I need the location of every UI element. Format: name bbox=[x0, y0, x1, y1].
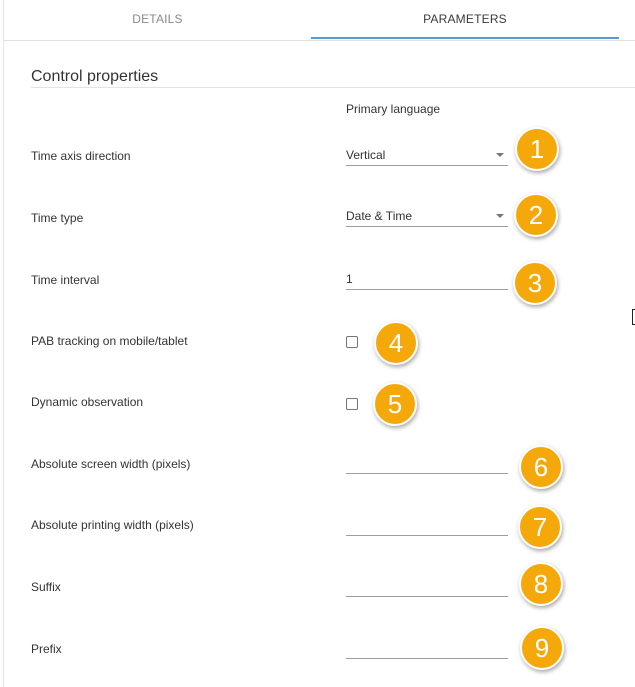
absolute-screen-width-label: Absolute screen width (pixels) bbox=[31, 457, 191, 471]
chevron-down-icon bbox=[496, 153, 504, 157]
callout-badge-8: 8 bbox=[519, 562, 563, 606]
prefix-label: Prefix bbox=[31, 642, 62, 656]
absolute-screen-width-input[interactable] bbox=[346, 453, 508, 474]
callout-badge-7: 7 bbox=[518, 505, 562, 549]
callout-badge-4: 4 bbox=[374, 321, 418, 365]
tab-bar: DETAILS PARAMETERS bbox=[4, 0, 635, 41]
time-interval-value: 1 bbox=[346, 272, 353, 286]
time-axis-direction-value: Vertical bbox=[346, 148, 386, 162]
time-type-select[interactable]: Date & Time bbox=[346, 206, 508, 227]
callout-badge-1: 1 bbox=[515, 127, 559, 171]
app-window: DETAILS PARAMETERS Control properties Pr… bbox=[0, 0, 635, 687]
time-type-value: Date & Time bbox=[346, 209, 413, 223]
column-header-primary-language: Primary language bbox=[346, 102, 441, 116]
callout-badge-9: 9 bbox=[520, 626, 564, 670]
pab-tracking-checkbox[interactable] bbox=[346, 336, 358, 348]
callout-badge-2: 2 bbox=[514, 193, 558, 237]
active-tab-indicator bbox=[311, 37, 619, 39]
tab-parameters[interactable]: PARAMETERS bbox=[311, 0, 619, 40]
section-title: Control properties bbox=[31, 68, 159, 85]
tab-details[interactable]: DETAILS bbox=[4, 0, 311, 40]
left-border bbox=[3, 0, 4, 687]
callout-badge-5: 5 bbox=[373, 382, 417, 426]
absolute-printing-width-input[interactable] bbox=[346, 515, 508, 536]
section-divider bbox=[31, 87, 635, 88]
chevron-down-icon bbox=[496, 214, 504, 218]
dynamic-observation-label: Dynamic observation bbox=[31, 395, 144, 409]
callout-badge-6: 6 bbox=[519, 445, 563, 489]
time-interval-label: Time interval bbox=[31, 273, 100, 287]
time-type-label: Time type bbox=[31, 211, 84, 225]
prefix-input[interactable] bbox=[346, 638, 508, 659]
dynamic-observation-checkbox[interactable] bbox=[346, 398, 358, 410]
callout-badge-3: 3 bbox=[513, 261, 557, 305]
absolute-printing-width-label: Absolute printing width (pixels) bbox=[31, 518, 194, 532]
pab-tracking-label: PAB tracking on mobile/tablet bbox=[31, 334, 188, 348]
time-axis-direction-label: Time axis direction bbox=[31, 149, 131, 163]
suffix-label: Suffix bbox=[31, 580, 61, 594]
time-interval-input[interactable]: 1 bbox=[346, 269, 508, 290]
time-axis-direction-select[interactable]: Vertical bbox=[346, 145, 508, 166]
suffix-input[interactable] bbox=[346, 576, 508, 597]
